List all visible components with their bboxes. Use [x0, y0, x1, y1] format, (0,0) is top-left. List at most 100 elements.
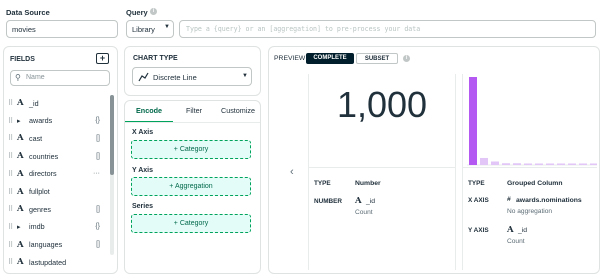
field-name: fullplot: [29, 187, 50, 196]
add-field-button[interactable]: +: [96, 53, 109, 64]
query-input[interactable]: Type a {query} or an [aggregation] to pr…: [179, 20, 596, 38]
field-name: awards: [29, 116, 53, 126]
number-type-key: TYPE: [314, 180, 331, 187]
chart-bar: [469, 77, 477, 165]
x-axis-dropzone[interactable]: + Category: [131, 140, 251, 159]
field-item[interactable]: ⠿ Alastupdated: [8, 253, 100, 271]
search-icon: ⚲: [15, 73, 21, 82]
string-type-icon: A: [17, 168, 24, 179]
chart-bar: [557, 163, 565, 165]
string-type-icon: A: [17, 204, 24, 215]
encode-panel: Encode Filter Customize X Axis + Categor…: [124, 100, 261, 274]
drag-handle-icon[interactable]: ⠿: [8, 188, 14, 196]
card-border-right: [455, 74, 456, 270]
field-item[interactable]: ⠿ ▸ imdb {}: [8, 218, 100, 236]
string-type-icon: A: [17, 151, 24, 162]
chart-border-left: [462, 74, 463, 270]
chart-bar: [513, 163, 521, 165]
grouped-column-chart: [467, 77, 597, 166]
line-chart-icon: [138, 72, 149, 82]
series-dropzone[interactable]: + Category: [131, 214, 251, 233]
field-item[interactable]: ⠿ ▸ awards {}: [8, 112, 100, 130]
field-type-symbol: {}: [95, 223, 100, 231]
string-type-icon: A: [355, 196, 362, 206]
field-item[interactable]: ⠿ Agenres []: [8, 200, 100, 218]
data-source-value: movies: [12, 25, 36, 34]
chart-bar: [502, 163, 510, 165]
field-name: cast: [29, 133, 43, 143]
field-item[interactable]: ⠿ Adirectors ···: [8, 165, 100, 183]
number-field-name: _id: [366, 198, 376, 205]
y-axis-dropzone[interactable]: + Aggregation: [131, 177, 251, 196]
x-axis-label: X Axis: [132, 129, 154, 136]
field-item[interactable]: ⠿ Alanguages []: [8, 236, 100, 254]
drag-handle-icon[interactable]: ⠿: [8, 117, 14, 125]
chart-bar: [535, 163, 543, 165]
string-type-icon: A: [17, 257, 24, 268]
field-type-symbol: []: [96, 152, 100, 160]
data-source-field[interactable]: movies: [6, 20, 118, 38]
field-item[interactable]: ⠿ Afullplot: [8, 183, 100, 201]
field-item[interactable]: ⠿ Acountries []: [8, 147, 100, 165]
string-type-icon: A: [17, 186, 24, 197]
fields-scrollbar-thumb[interactable]: [110, 95, 114, 175]
field-search-input[interactable]: ⚲ Name: [10, 70, 110, 86]
query-language-value: Library: [132, 25, 155, 34]
x-axis-field: awards.nominations: [516, 197, 582, 204]
data-source-label: Data Source: [6, 8, 50, 17]
field-item[interactable]: ⠿ Acast []: [8, 129, 100, 147]
fields-label: FIELDS: [10, 56, 35, 63]
chart-type-value-text: Grouped Column: [507, 180, 563, 187]
subset-toggle[interactable]: SUBSET: [356, 53, 398, 64]
y-axis-label: Y Axis: [132, 167, 154, 174]
drag-handle-icon[interactable]: ⠿: [8, 223, 14, 231]
tab-customize[interactable]: Customize: [215, 101, 261, 121]
string-type-icon: A: [507, 225, 514, 235]
number-field-sub: Count: [355, 209, 373, 216]
field-type-symbol: []: [96, 205, 100, 213]
y-axis-sub: Count: [507, 238, 525, 245]
field-name: directors: [29, 169, 57, 179]
plus-icon: +: [99, 53, 106, 63]
preview-label: PREVIEW: [274, 55, 306, 62]
chart-type-label: CHART TYPE: [133, 55, 178, 62]
expand-arrow-icon[interactable]: ▸: [17, 223, 29, 231]
drag-handle-icon[interactable]: ⠿: [8, 170, 14, 178]
chevron-left-icon[interactable]: ‹: [290, 166, 294, 178]
chart-bar: [546, 163, 554, 165]
query-placeholder: Type a {query} or an [aggregation] to pr…: [186, 25, 421, 33]
field-name: countries: [29, 151, 59, 161]
drag-handle-icon[interactable]: ⠿: [8, 205, 14, 213]
chart-type-select[interactable]: Discrete Line ▼: [132, 67, 252, 86]
query-language-select[interactable]: Library ▼: [126, 20, 174, 38]
drag-handle-icon[interactable]: ⠿: [8, 152, 14, 160]
drag-handle-icon[interactable]: ⠿: [8, 258, 14, 266]
y-axis-key: Y AXIS: [468, 227, 489, 234]
card-divider: [309, 167, 455, 168]
x-axis-key: X AXIS: [468, 197, 489, 204]
field-search-placeholder: Name: [26, 74, 45, 81]
info-icon[interactable]: i: [150, 8, 157, 15]
field-type-symbol: {}: [95, 117, 100, 125]
field-name: genres: [29, 204, 51, 214]
chart-type-value: Discrete Line: [153, 73, 197, 82]
number-field-key: NUMBER: [314, 198, 343, 205]
chart-bar: [590, 163, 597, 165]
chevron-down-icon: ▼: [164, 24, 170, 30]
number-value: 1,000: [336, 84, 428, 125]
query-label: Query: [126, 8, 148, 17]
y-axis-field: _id: [518, 227, 528, 234]
tab-filter[interactable]: Filter: [173, 101, 215, 121]
field-type-symbol: []: [96, 134, 100, 142]
info-icon[interactable]: i: [403, 55, 410, 62]
field-name: languages: [29, 240, 63, 250]
chart-type-key: TYPE: [468, 180, 485, 187]
string-type-icon: A: [17, 98, 24, 108]
drag-handle-icon[interactable]: ⠿: [8, 241, 14, 249]
field-item[interactable]: ⠿ A _id: [8, 94, 100, 112]
complete-toggle[interactable]: COMPLETE: [306, 53, 354, 64]
expand-arrow-icon[interactable]: ▸: [17, 117, 29, 125]
drag-handle-icon[interactable]: ⠿: [8, 99, 14, 107]
tab-encode[interactable]: Encode: [125, 101, 173, 123]
drag-handle-icon[interactable]: ⠿: [8, 134, 14, 142]
